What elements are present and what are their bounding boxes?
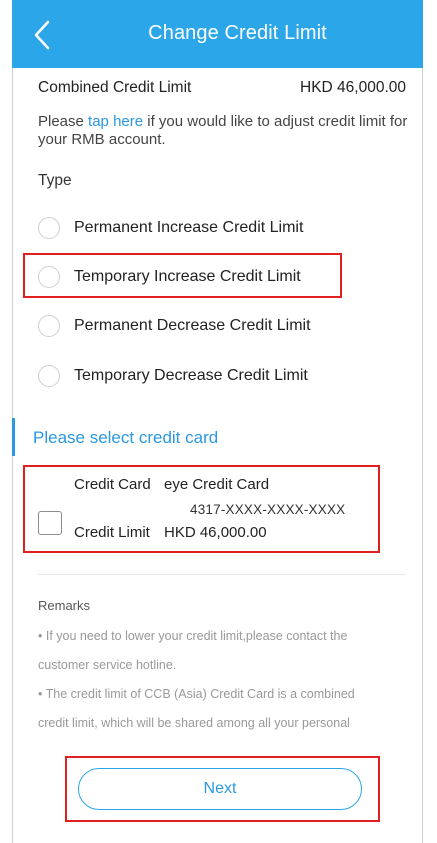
- radio-circle[interactable]: [38, 365, 60, 387]
- radio-circle[interactable]: [38, 315, 60, 337]
- remark-line: • The credit limit of CCB (Asia) Credit …: [38, 687, 355, 701]
- type-option-permanent-increase[interactable]: Permanent Increase Credit Limit: [38, 213, 408, 247]
- hint-prefix: Please: [38, 113, 89, 130]
- page-title: Change Credit Limit: [148, 22, 327, 44]
- type-option-label: Temporary Decrease Credit Limit: [74, 367, 308, 384]
- combined-credit-limit-label: Combined Credit Limit: [38, 79, 192, 96]
- type-option-label: Permanent Decrease Credit Limit: [74, 317, 311, 334]
- header-bar: Change Credit Limit: [12, 0, 423, 68]
- remark-line: • If you need to lower your credit limit…: [38, 629, 348, 643]
- radio-circle[interactable]: [38, 217, 60, 239]
- highlight-credit-card: [23, 465, 380, 553]
- right-edge: [422, 0, 423, 843]
- type-label: Type: [38, 172, 72, 189]
- back-button[interactable]: [30, 19, 56, 51]
- rmb-adjust-hint: Please tap here if you would like to adj…: [38, 113, 408, 149]
- highlight-temporary-increase: [23, 253, 342, 298]
- remark-line: credit limit, which will be shared among…: [38, 716, 350, 730]
- type-option-temporary-decrease[interactable]: Temporary Decrease Credit Limit: [38, 361, 408, 395]
- select-credit-card-title: Please select credit card: [33, 428, 219, 447]
- highlight-next: [65, 756, 380, 822]
- chevron-left-icon: [34, 20, 50, 50]
- tap-here-link[interactable]: tap here: [88, 113, 143, 130]
- type-option-label: Permanent Increase Credit Limit: [74, 219, 304, 236]
- type-option-permanent-decrease[interactable]: Permanent Decrease Credit Limit: [38, 311, 408, 345]
- divider: [38, 574, 406, 575]
- remark-line: customer service hotline.: [38, 658, 177, 672]
- combined-credit-limit-row: Combined Credit Limit HKD 46,000.00: [38, 79, 406, 101]
- combined-credit-limit-value: HKD 46,000.00: [300, 79, 406, 96]
- section-accent-bar: [12, 418, 15, 456]
- remarks-title: Remarks: [38, 598, 91, 613]
